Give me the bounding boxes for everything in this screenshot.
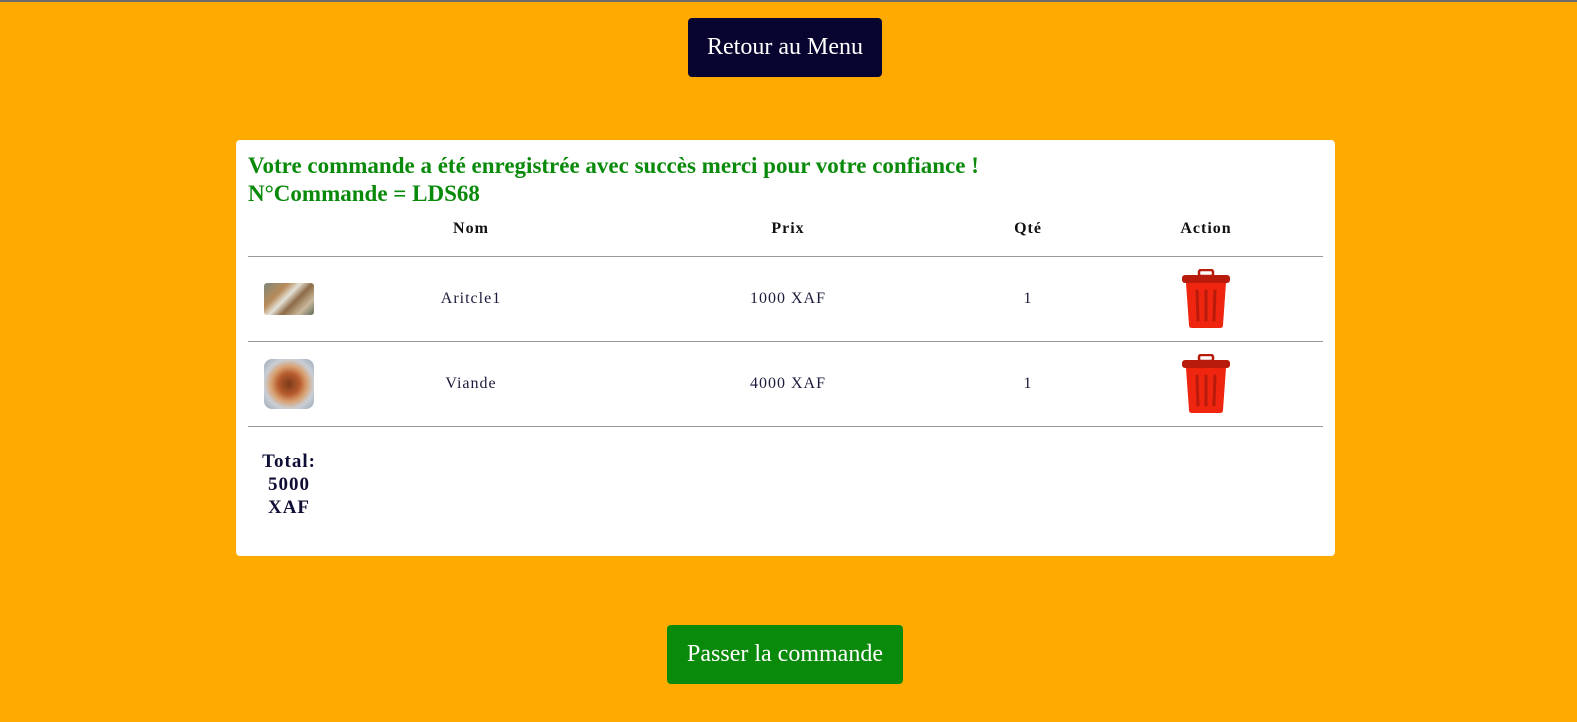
back-to-menu-button[interactable]: Retour au Menu [688,18,882,77]
total-amount: 5000 [268,474,310,495]
order-number: N°Commande = LDS68 [248,181,480,206]
column-header-qte: Qté [1014,220,1042,237]
success-message: Votre commande a été enregistrée avec su… [248,153,979,178]
item-name: Viande [445,375,497,392]
trash-icon[interactable] [1179,269,1233,329]
order-card: Votre commande a été enregistrée avec su… [236,140,1335,556]
food-thumbnail [264,283,314,315]
total-label: Total: [262,451,316,472]
item-name: Aritcle1 [440,290,502,307]
column-header-prix: Prix [771,220,805,237]
order-table: Nom Prix Qté Action Aritcle1 1000 XAF 1 [248,220,1323,427]
total-currency: XAF [267,497,311,518]
place-order-button[interactable]: Passer la commande [667,625,903,684]
column-header-action: Action [1180,220,1232,237]
trash-icon[interactable] [1179,354,1233,414]
column-header-nom: Nom [453,220,489,237]
item-price: 4000 XAF [749,375,826,392]
item-quantity: 1 [1023,290,1033,307]
table-row: Viande 4000 XAF 1 [248,342,1323,427]
order-total: Total: 5000 XAF [248,450,330,519]
table-row: Aritcle1 1000 XAF 1 [248,257,1323,342]
table-header: Nom Prix Qté Action [248,220,1323,257]
item-quantity: 1 [1023,375,1033,392]
food-thumbnail [264,359,314,409]
order-confirmation: Votre commande a été enregistrée avec su… [248,152,979,208]
item-price: 1000 XAF [749,290,826,307]
